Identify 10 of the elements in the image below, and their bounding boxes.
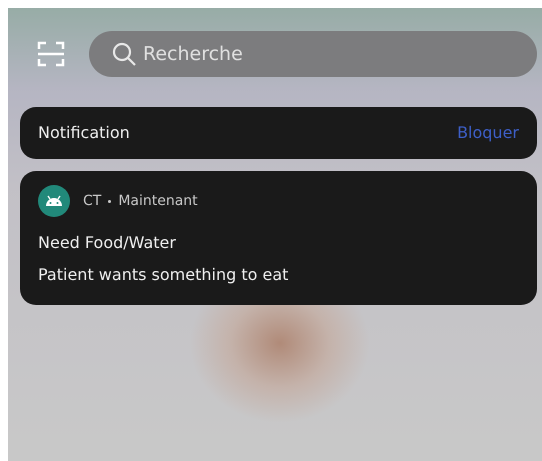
app-name: CT	[83, 192, 102, 210]
search-icon	[111, 41, 137, 67]
search-field[interactable]: Recherche	[89, 31, 537, 77]
notification-title: Need Food/Water	[38, 232, 177, 254]
android-app-icon	[38, 185, 70, 217]
notification-time: Maintenant	[118, 192, 198, 210]
notification-label: Notification	[38, 122, 130, 144]
scan-icon[interactable]	[37, 40, 65, 68]
notification-card[interactable]: CT Maintenant Need Food/Water Patient wants something to eat	[20, 171, 537, 305]
notification-body: Patient wants something to eat	[38, 264, 290, 286]
